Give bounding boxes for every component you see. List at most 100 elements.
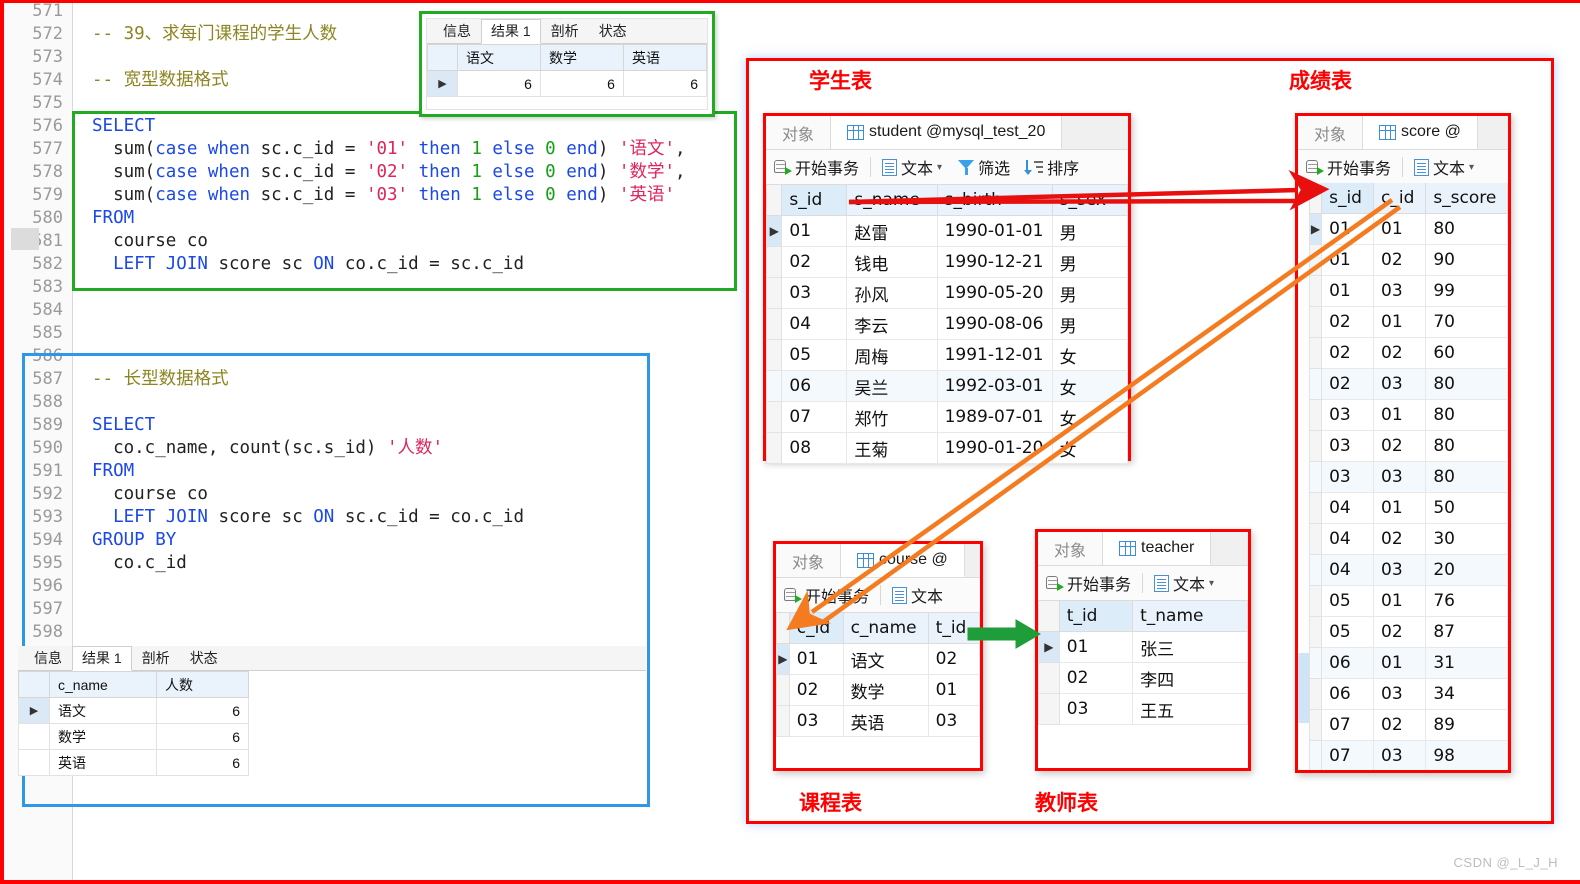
table-cell[interactable]: 31: [1425, 647, 1508, 679]
tab-wide-0[interactable]: 信息: [433, 19, 481, 43]
table-cell[interactable]: 70: [1425, 306, 1508, 338]
table-cell[interactable]: 07: [1321, 740, 1375, 770]
table-cell[interactable]: 语文: [842, 643, 929, 675]
result-grid-long[interactable]: c_name 人数 ▶ 语文 6 数学 6 英语 6: [18, 671, 249, 776]
table-cell[interactable]: 02: [781, 246, 848, 278]
table-cell[interactable]: 1990-01-01: [936, 215, 1053, 247]
student-data-grid[interactable]: s_id s_name s_birth s_sex ▶ 01 赵雷 1990-01-01 男 02…: [765, 185, 1129, 464]
table-row[interactable]: 07 郑竹 1989-07-01 女: [765, 401, 1129, 433]
table-cell[interactable]: 01: [1373, 306, 1427, 338]
table-row[interactable]: 03 02 80: [1309, 430, 1508, 462]
table-cell[interactable]: 03: [1373, 368, 1427, 400]
column-header[interactable]: t_id: [927, 613, 981, 644]
table-cell[interactable]: 99: [1425, 275, 1508, 307]
table-cell[interactable]: 05: [1321, 585, 1375, 617]
table-row[interactable]: 02 02 60: [1309, 337, 1508, 369]
table-cell[interactable]: 80: [1425, 368, 1508, 400]
row-marker[interactable]: [765, 370, 783, 402]
row-marker[interactable]: ▶: [427, 70, 458, 97]
table-row[interactable]: 02 01 70: [1309, 306, 1508, 338]
table-row[interactable]: 02 数学 01: [776, 674, 981, 706]
row-marker[interactable]: ▶: [776, 643, 790, 675]
table-cell[interactable]: 07: [1321, 709, 1375, 741]
row-marker[interactable]: [1309, 337, 1323, 369]
code-line[interactable]: course co: [74, 230, 740, 253]
code-line[interactable]: [74, 598, 740, 621]
code-line[interactable]: [74, 276, 740, 299]
table-row[interactable]: 数学 6: [18, 723, 249, 750]
code-line[interactable]: sum(case when sc.c_id = '01' then 1 else…: [74, 138, 740, 161]
column-header[interactable]: c_id: [1373, 183, 1427, 214]
filter-button[interactable]: 筛选: [950, 150, 1018, 184]
table-cell[interactable]: 50: [1425, 492, 1508, 524]
table-cell[interactable]: 03: [1373, 740, 1427, 770]
table-cell[interactable]: 06: [781, 370, 848, 402]
table-cell[interactable]: 02: [1058, 662, 1134, 694]
score-scrollbar-thumb[interactable]: [1298, 653, 1309, 723]
tab-teacher-table[interactable]: teacher: [1103, 532, 1212, 565]
tab-long-2[interactable]: 剖析: [132, 646, 180, 670]
table-cell[interactable]: 1990-12-21: [936, 246, 1053, 278]
row-marker[interactable]: [765, 401, 783, 433]
row-marker[interactable]: [1309, 492, 1323, 524]
table-cell[interactable]: 06: [1321, 678, 1375, 710]
table-cell[interactable]: 02: [1321, 306, 1375, 338]
row-marker[interactable]: [18, 749, 50, 776]
table-cell[interactable]: 1992-03-01: [936, 370, 1053, 402]
table-cell[interactable]: 英语: [842, 705, 929, 737]
table-cell[interactable]: 76: [1425, 585, 1508, 617]
score-toolbar[interactable]: 开始事务 文本 ▾: [1298, 150, 1508, 185]
table-cell[interactable]: 1991-12-01: [936, 339, 1053, 371]
row-marker[interactable]: [1038, 662, 1060, 694]
row-marker[interactable]: [1309, 368, 1323, 400]
table-cell[interactable]: 05: [1321, 616, 1375, 648]
result-tabbar-wide[interactable]: 信息 结果 1 剖析 状态: [427, 19, 707, 44]
table-row[interactable]: 05 周梅 1991-12-01 女: [765, 339, 1129, 371]
table-cell[interactable]: 01: [1373, 585, 1427, 617]
table-cell[interactable]: 03: [1373, 678, 1427, 710]
table-cell[interactable]: 98: [1425, 740, 1508, 770]
tab-object-score[interactable]: 对象: [1298, 116, 1364, 149]
table-cell[interactable]: 数学: [842, 674, 929, 706]
table-cell[interactable]: 01: [1321, 244, 1375, 276]
student-toolbar[interactable]: 开始事务 文本 ▾ 筛选 排序: [766, 150, 1128, 185]
table-cell[interactable]: 34: [1425, 678, 1508, 710]
table-cell[interactable]: 02: [1373, 709, 1427, 741]
table-row[interactable]: 03 英语 03: [776, 705, 981, 737]
row-marker[interactable]: [18, 723, 50, 750]
row-marker[interactable]: [1309, 678, 1323, 710]
row-marker[interactable]: [1309, 709, 1323, 741]
table-cell[interactable]: 周梅: [846, 339, 938, 371]
column-header[interactable]: 语文: [456, 44, 541, 71]
tab-wide-3[interactable]: 状态: [589, 19, 637, 43]
table-cell[interactable]: 英语: [49, 749, 157, 776]
chevron-down-icon-teacher[interactable]: ▾: [1209, 578, 1214, 589]
table-cell[interactable]: 吴兰: [846, 370, 938, 402]
table-cell[interactable]: 02: [1373, 523, 1427, 555]
table-cell[interactable]: 01: [1321, 213, 1375, 245]
table-cell[interactable]: 6: [456, 70, 541, 97]
table-cell[interactable]: 王五: [1132, 693, 1248, 725]
table-row[interactable]: 02 钱电 1990-12-21 男: [765, 246, 1129, 278]
code-line[interactable]: -- 长型数据格式: [74, 368, 740, 391]
table-cell[interactable]: 女: [1051, 370, 1129, 402]
table-cell[interactable]: 01: [788, 643, 844, 675]
code-line[interactable]: LEFT JOIN score sc ON sc.c_id = co.c_id: [74, 506, 740, 529]
table-cell[interactable]: 80: [1425, 399, 1508, 431]
table-row[interactable]: ▶ 6 6 6: [427, 70, 708, 97]
table-cell[interactable]: 李云: [846, 308, 938, 340]
table-cell[interactable]: 87: [1425, 616, 1508, 648]
table-cell[interactable]: 孙风: [846, 277, 938, 309]
table-cell[interactable]: 女: [1051, 401, 1129, 433]
column-header[interactable]: t_name: [1132, 601, 1248, 632]
code-line[interactable]: SELECT: [74, 414, 740, 437]
code-line[interactable]: co.c_name, count(sc.s_id) '人数': [74, 437, 740, 460]
row-marker[interactable]: [1309, 647, 1323, 679]
table-cell[interactable]: 03: [927, 705, 981, 737]
column-header[interactable]: s_id: [1321, 183, 1375, 214]
table-cell[interactable]: 08: [781, 432, 848, 464]
code-line[interactable]: [74, 322, 740, 345]
table-cell[interactable]: 01: [1058, 631, 1134, 663]
table-cell[interactable]: 04: [1321, 523, 1375, 555]
table-row[interactable]: 06 03 34: [1309, 678, 1508, 710]
